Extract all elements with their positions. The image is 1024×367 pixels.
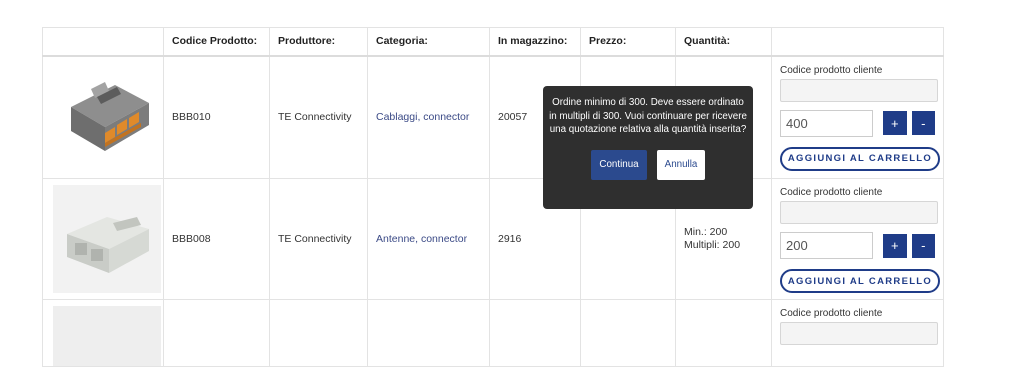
customer-code-label: Codice prodotto cliente bbox=[780, 64, 883, 76]
product-code: BBB008 bbox=[163, 178, 270, 300]
header-category: Categoria: bbox=[367, 27, 490, 57]
add-to-cart-button[interactable]: AGGIUNGI AL CARRELLO bbox=[780, 146, 940, 171]
quantity-input[interactable]: 200 bbox=[780, 232, 874, 259]
header-stock: In magazzino: bbox=[489, 27, 581, 57]
header-actions bbox=[771, 27, 944, 57]
header-quantity: Quantità: bbox=[675, 27, 772, 57]
table-row: BBB010 TE Connectivity Cablaggi, connect… bbox=[42, 55, 944, 179]
cancel-button[interactable]: Annulla bbox=[657, 149, 705, 180]
placeholder-image bbox=[53, 306, 161, 366]
customer-code-label: Codice prodotto cliente bbox=[780, 308, 883, 319]
quantity-plus-button[interactable]: + bbox=[883, 233, 907, 258]
min-quantity: Min.: 200 bbox=[684, 226, 728, 238]
add-to-cart-button[interactable]: AGGIUNGI AL CARRELLO bbox=[780, 269, 940, 293]
minimum-order-popup: Ordine minimo di 300. Deve essere ordina… bbox=[543, 86, 753, 209]
white-connector-image[interactable] bbox=[53, 185, 161, 293]
orange-grey-connector-image[interactable] bbox=[53, 63, 161, 171]
quantity-minus-button[interactable]: - bbox=[911, 111, 935, 135]
table-header-row: Codice Prodotto: Produttore: Categoria: … bbox=[42, 27, 944, 57]
table-row: BBB008 TE Connectivity Antenne, connecto… bbox=[42, 178, 944, 300]
manufacturer: TE Connectivity bbox=[269, 178, 368, 300]
customer-code-label: Codice prodotto cliente bbox=[780, 187, 883, 198]
quantity-plus-button[interactable]: + bbox=[883, 111, 907, 135]
multiples: Multipli: 200 bbox=[684, 239, 741, 251]
header-product-code: Codice Prodotto: bbox=[163, 27, 270, 57]
customer-code-input[interactable] bbox=[780, 78, 938, 102]
category-link[interactable]: Antenne, connector bbox=[376, 233, 467, 245]
products-table: Codice Prodotto: Produttore: Categoria: … bbox=[42, 27, 944, 367]
product-code: BBB010 bbox=[163, 55, 270, 179]
quantity-minus-button[interactable]: - bbox=[911, 233, 935, 258]
customer-code-input[interactable] bbox=[780, 201, 938, 224]
header-image bbox=[42, 27, 164, 57]
popup-message: Ordine minimo di 300. Deve essere ordina… bbox=[549, 97, 747, 135]
manufacturer: TE Connectivity bbox=[269, 55, 368, 179]
table-row: Codice prodotto cliente bbox=[42, 299, 944, 367]
header-price: Prezzo: bbox=[580, 27, 676, 57]
continue-button[interactable]: Continua bbox=[591, 149, 647, 180]
header-manufacturer: Produttore: bbox=[269, 27, 368, 57]
category-link[interactable]: Cablaggi, connector bbox=[376, 111, 469, 123]
quantity-input[interactable]: 400 bbox=[780, 109, 874, 137]
